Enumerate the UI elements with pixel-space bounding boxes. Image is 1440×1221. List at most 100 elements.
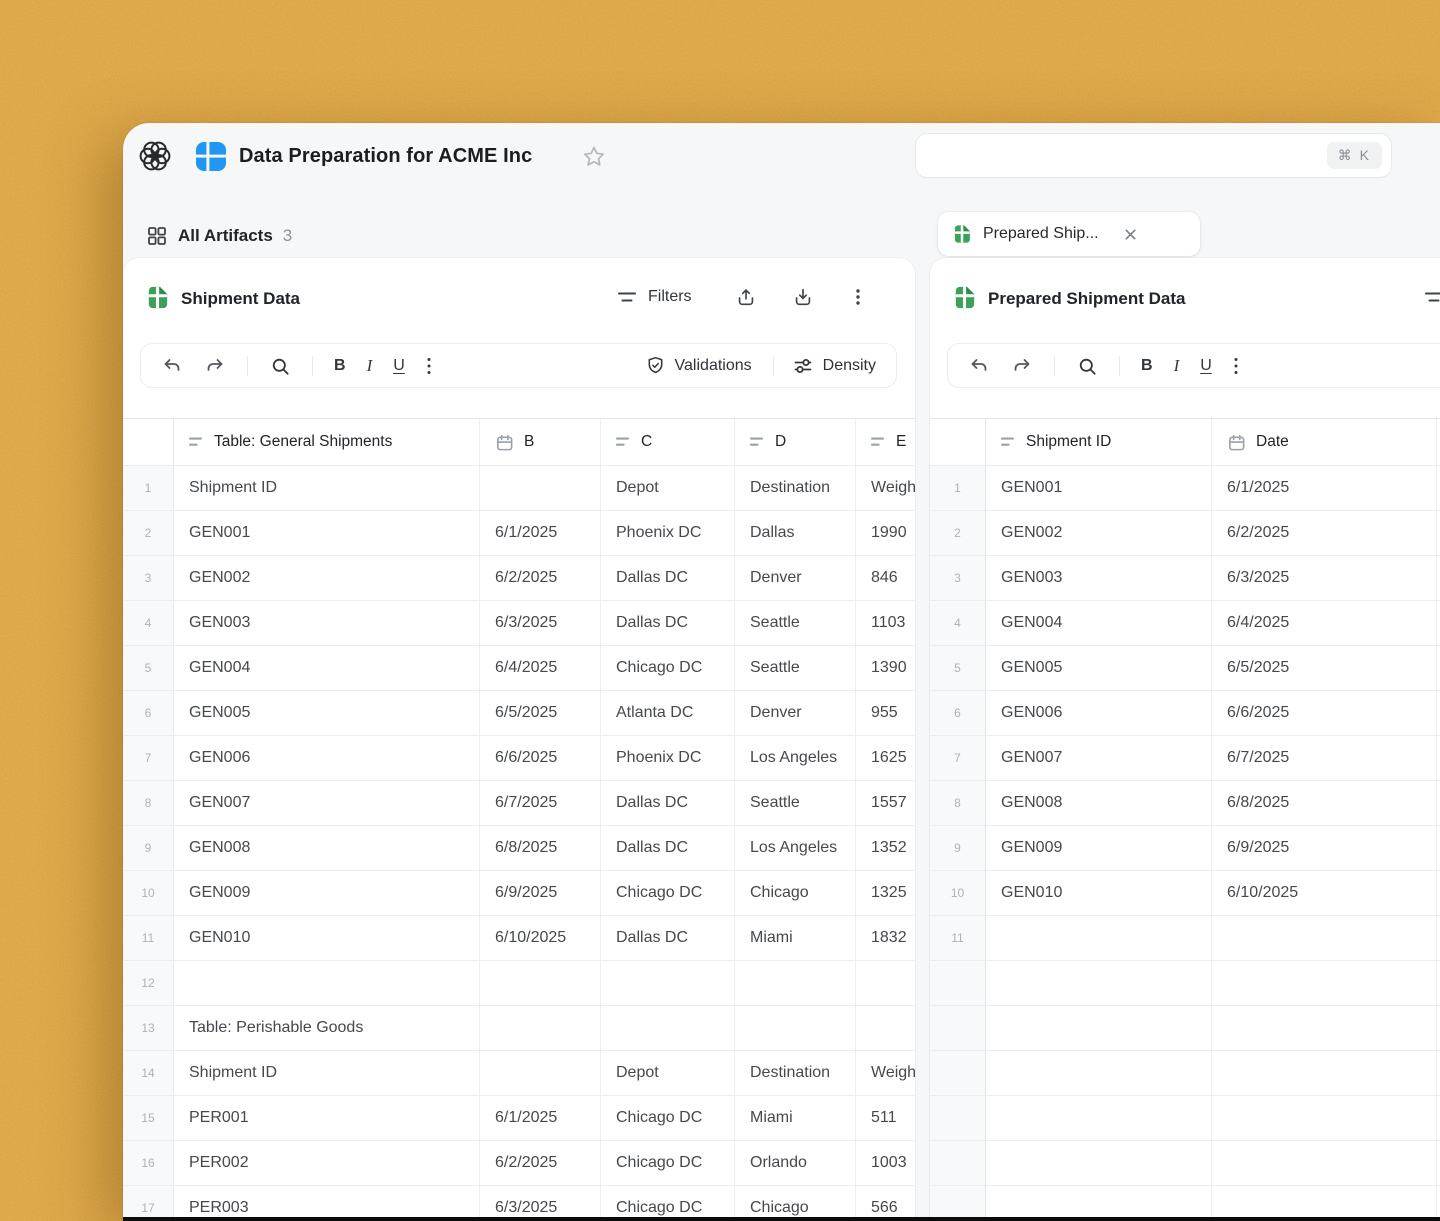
row-number[interactable]: 11 xyxy=(123,916,174,960)
shield-check-icon[interactable] xyxy=(645,355,666,376)
cell[interactable]: 6/3/2025 xyxy=(480,1186,601,1221)
row-number[interactable] xyxy=(930,961,986,1005)
cell[interactable]: GEN007 xyxy=(986,736,1212,780)
row-number[interactable]: 3 xyxy=(123,556,174,600)
cell[interactable] xyxy=(986,1096,1212,1140)
row-number[interactable] xyxy=(930,1006,986,1050)
row-number[interactable]: 10 xyxy=(930,871,986,915)
density-button[interactable]: Density xyxy=(823,357,876,375)
close-icon[interactable] xyxy=(1123,227,1138,242)
cell[interactable]: GEN010 xyxy=(174,916,480,960)
row-number[interactable]: 9 xyxy=(930,826,986,870)
column-header[interactable]: Date xyxy=(1212,419,1437,465)
filter-icon[interactable] xyxy=(1423,286,1440,308)
underline-button[interactable]: U xyxy=(1200,357,1212,375)
row-number[interactable]: 5 xyxy=(930,646,986,690)
filter-icon[interactable] xyxy=(616,286,638,308)
cell[interactable] xyxy=(1212,1051,1437,1095)
filters-button[interactable]: Filters xyxy=(648,288,692,306)
cell[interactable] xyxy=(601,1006,735,1050)
cell[interactable]: GEN010 xyxy=(986,871,1212,915)
row-number[interactable]: 2 xyxy=(123,511,174,555)
cell[interactable]: PER003 xyxy=(174,1186,480,1221)
row-number[interactable]: 11 xyxy=(930,916,986,960)
cell[interactable] xyxy=(1212,961,1437,1005)
cell[interactable]: Los Angeles xyxy=(735,736,856,780)
cell[interactable]: GEN005 xyxy=(986,646,1212,690)
cell[interactable] xyxy=(1212,1141,1437,1185)
row-number[interactable]: 6 xyxy=(123,691,174,735)
cell[interactable] xyxy=(480,1051,601,1095)
cell[interactable]: GEN008 xyxy=(174,826,480,870)
cell[interactable]: GEN007 xyxy=(174,781,480,825)
cell[interactable]: Seattle xyxy=(735,601,856,645)
cell[interactable]: PER002 xyxy=(174,1141,480,1185)
cell[interactable] xyxy=(986,961,1212,1005)
cell[interactable] xyxy=(986,916,1212,960)
cell[interactable]: GEN001 xyxy=(174,511,480,555)
cell[interactable] xyxy=(1212,1006,1437,1050)
cell[interactable] xyxy=(480,1006,601,1050)
row-number[interactable]: 12 xyxy=(123,961,174,1005)
corner-cell[interactable] xyxy=(930,419,986,465)
row-number[interactable]: 3 xyxy=(930,556,986,600)
cell[interactable]: GEN006 xyxy=(986,691,1212,735)
cell[interactable]: Table: Perishable Goods xyxy=(174,1006,480,1050)
cell[interactable] xyxy=(986,1006,1212,1050)
cell[interactable]: GEN002 xyxy=(986,511,1212,555)
cell[interactable]: GEN003 xyxy=(986,556,1212,600)
column-header[interactable]: D xyxy=(735,419,856,465)
cell[interactable]: 1352 xyxy=(856,826,915,870)
row-number[interactable]: 17 xyxy=(123,1186,174,1221)
row-number[interactable]: 1 xyxy=(123,466,174,510)
cell[interactable]: GEN009 xyxy=(986,826,1212,870)
cell[interactable]: PER001 xyxy=(174,1096,480,1140)
cell[interactable] xyxy=(986,1186,1212,1221)
all-artifacts-nav[interactable]: All Artifacts 3 xyxy=(146,222,292,250)
column-header[interactable]: E xyxy=(856,419,915,465)
cell[interactable]: 1990 xyxy=(856,511,915,555)
cell[interactable]: 6/8/2025 xyxy=(1212,781,1437,825)
cell[interactable]: Dallas DC xyxy=(601,556,735,600)
cell[interactable]: 6/9/2025 xyxy=(480,871,601,915)
italic-button[interactable]: I xyxy=(367,356,373,376)
italic-button[interactable]: I xyxy=(1174,356,1180,376)
cell[interactable] xyxy=(986,1141,1212,1185)
row-number[interactable]: 4 xyxy=(930,601,986,645)
cell[interactable]: 1625 xyxy=(856,736,915,780)
favorite-star-icon[interactable] xyxy=(581,144,607,170)
cell[interactable]: Phoenix DC xyxy=(601,736,735,780)
cell[interactable]: Los Angeles xyxy=(735,826,856,870)
cell[interactable]: Seattle xyxy=(735,646,856,690)
tab-prepared-shipment-data[interactable]: Prepared Ship... xyxy=(938,212,1200,256)
cell[interactable]: 6/1/2025 xyxy=(1212,466,1437,510)
validations-button[interactable]: Validations xyxy=(675,357,752,375)
cell[interactable]: 1557 xyxy=(856,781,915,825)
cell[interactable] xyxy=(174,961,480,1005)
cell[interactable]: Weight xyxy=(856,1051,915,1095)
upload-icon[interactable] xyxy=(735,286,757,308)
bold-button[interactable]: B xyxy=(1141,357,1153,375)
cell[interactable] xyxy=(735,961,856,1005)
cell[interactable]: 1325 xyxy=(856,871,915,915)
cell[interactable]: Phoenix DC xyxy=(601,511,735,555)
cell[interactable]: 6/1/2025 xyxy=(480,1096,601,1140)
redo-icon[interactable] xyxy=(204,355,226,377)
cell[interactable]: GEN005 xyxy=(174,691,480,735)
cell[interactable]: 6/10/2025 xyxy=(1212,871,1437,915)
cell[interactable]: Dallas DC xyxy=(601,601,735,645)
row-number[interactable]: 13 xyxy=(123,1006,174,1050)
cell[interactable]: 6/2/2025 xyxy=(480,1141,601,1185)
cell[interactable] xyxy=(480,466,601,510)
column-header[interactable]: B xyxy=(480,419,601,465)
row-number[interactable]: 7 xyxy=(123,736,174,780)
cell[interactable]: 6/3/2025 xyxy=(480,601,601,645)
row-number[interactable]: 5 xyxy=(123,646,174,690)
cell[interactable]: GEN004 xyxy=(174,646,480,690)
row-number[interactable]: 14 xyxy=(123,1051,174,1095)
cell[interactable]: Dallas DC xyxy=(601,781,735,825)
row-number[interactable] xyxy=(930,1096,986,1140)
more-formatting-icon[interactable] xyxy=(426,357,432,375)
row-number[interactable]: 2 xyxy=(930,511,986,555)
row-number[interactable] xyxy=(930,1141,986,1185)
